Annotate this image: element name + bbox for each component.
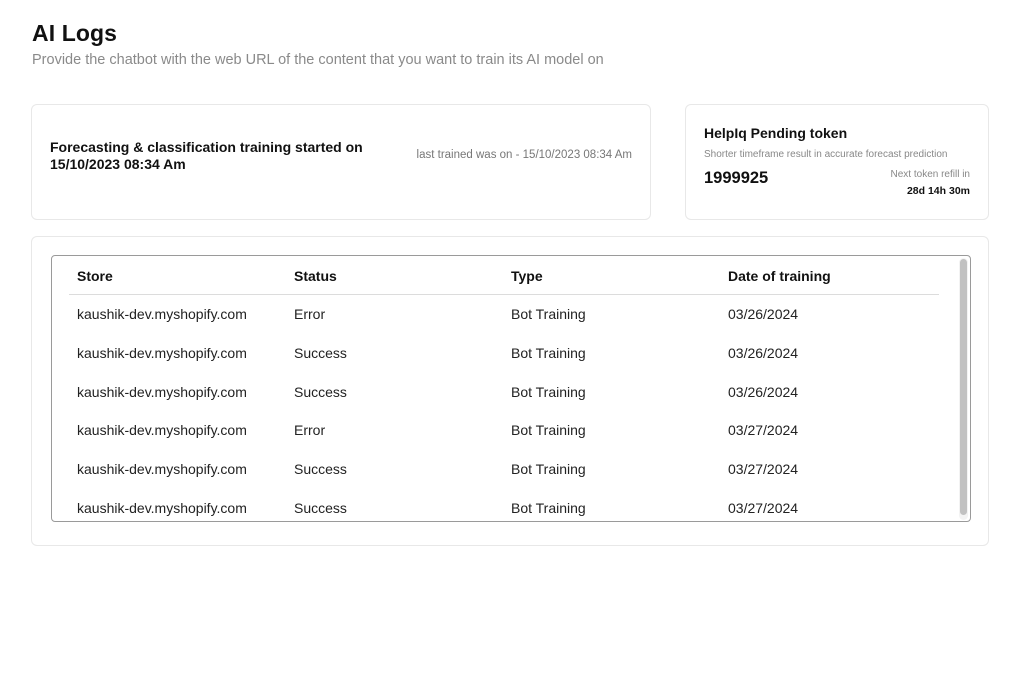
table-header: Store Status Type Date of training xyxy=(69,256,939,295)
table-row: kaushik-dev.myshopify.com Success Bot Tr… xyxy=(69,450,939,489)
logs-table-card: Store Status Type Date of training kaush… xyxy=(31,236,989,546)
column-header-store: Store xyxy=(77,268,113,284)
column-header-type: Type xyxy=(511,268,543,284)
cell-status: Error xyxy=(294,422,326,439)
cell-date: 03/26/2024 xyxy=(728,306,799,322)
column-header-status: Status xyxy=(294,268,337,284)
cell-store: kaushik-dev.myshopify.com xyxy=(77,422,247,439)
token-card-description: Shorter timeframe result in accurate for… xyxy=(704,149,948,160)
page-title: AI Logs xyxy=(32,20,118,46)
table-row: kaushik-dev.myshopify.com Success Bot Tr… xyxy=(69,334,939,373)
cell-store: kaushik-dev.myshopify.com xyxy=(77,306,247,322)
cell-date: 03/26/2024 xyxy=(728,383,799,400)
token-refill-value: 28d 14h 30m xyxy=(906,185,970,197)
cell-type: Bot Training xyxy=(511,383,586,400)
cell-type: Bot Training xyxy=(511,422,586,439)
cell-date: 03/27/2024 xyxy=(728,422,799,439)
pending-token-card: HelpIq Pending token Shorter timeframe r… xyxy=(685,104,989,220)
table-row: kaushik-dev.myshopify.com Error Bot Trai… xyxy=(69,295,939,334)
table-row: kaushik-dev.myshopify.com Success Bot Tr… xyxy=(69,489,939,521)
cell-type: Bot Training xyxy=(511,306,586,322)
cell-status: Error xyxy=(294,306,326,322)
cell-store: kaushik-dev.myshopify.com xyxy=(77,461,247,478)
training-status-card: Forecasting & classification training st… xyxy=(31,104,651,220)
cell-date: 03/27/2024 xyxy=(728,499,799,516)
token-count: 1999925 xyxy=(704,169,769,187)
table-row: kaushik-dev.myshopify.com Error Bot Trai… xyxy=(69,411,939,450)
cell-date: 03/26/2024 xyxy=(728,344,799,361)
cell-type: Bot Training xyxy=(511,461,586,478)
cell-status: Success xyxy=(294,499,347,516)
cell-status: Success xyxy=(294,344,347,361)
cell-date: 03/27/2024 xyxy=(728,461,799,478)
cell-store: kaushik-dev.myshopify.com xyxy=(77,344,247,361)
training-started-text: Forecasting & classification training st… xyxy=(50,139,363,172)
token-refill-label: Next token refill in xyxy=(890,169,970,180)
scrollbar-thumb[interactable] xyxy=(960,259,967,515)
last-trained-text: last trained was on - 15/10/2023 08:34 A… xyxy=(416,149,632,161)
table-body: kaushik-dev.myshopify.com Error Bot Trai… xyxy=(69,295,939,521)
cell-status: Success xyxy=(294,461,347,478)
cell-store: kaushik-dev.myshopify.com xyxy=(77,383,247,400)
cell-store: kaushik-dev.myshopify.com xyxy=(77,499,247,516)
page-subtitle: Provide the chatbot with the web URL of … xyxy=(32,52,604,68)
table-row: kaushik-dev.myshopify.com Success Bot Tr… xyxy=(69,373,939,412)
token-card-title: HelpIq Pending token xyxy=(704,125,848,141)
cell-status: Success xyxy=(294,383,347,400)
column-header-date: Date of training xyxy=(728,268,831,284)
cell-type: Bot Training xyxy=(511,499,586,516)
logs-table[interactable]: Store Status Type Date of training kaush… xyxy=(51,255,971,522)
cell-type: Bot Training xyxy=(511,344,586,361)
